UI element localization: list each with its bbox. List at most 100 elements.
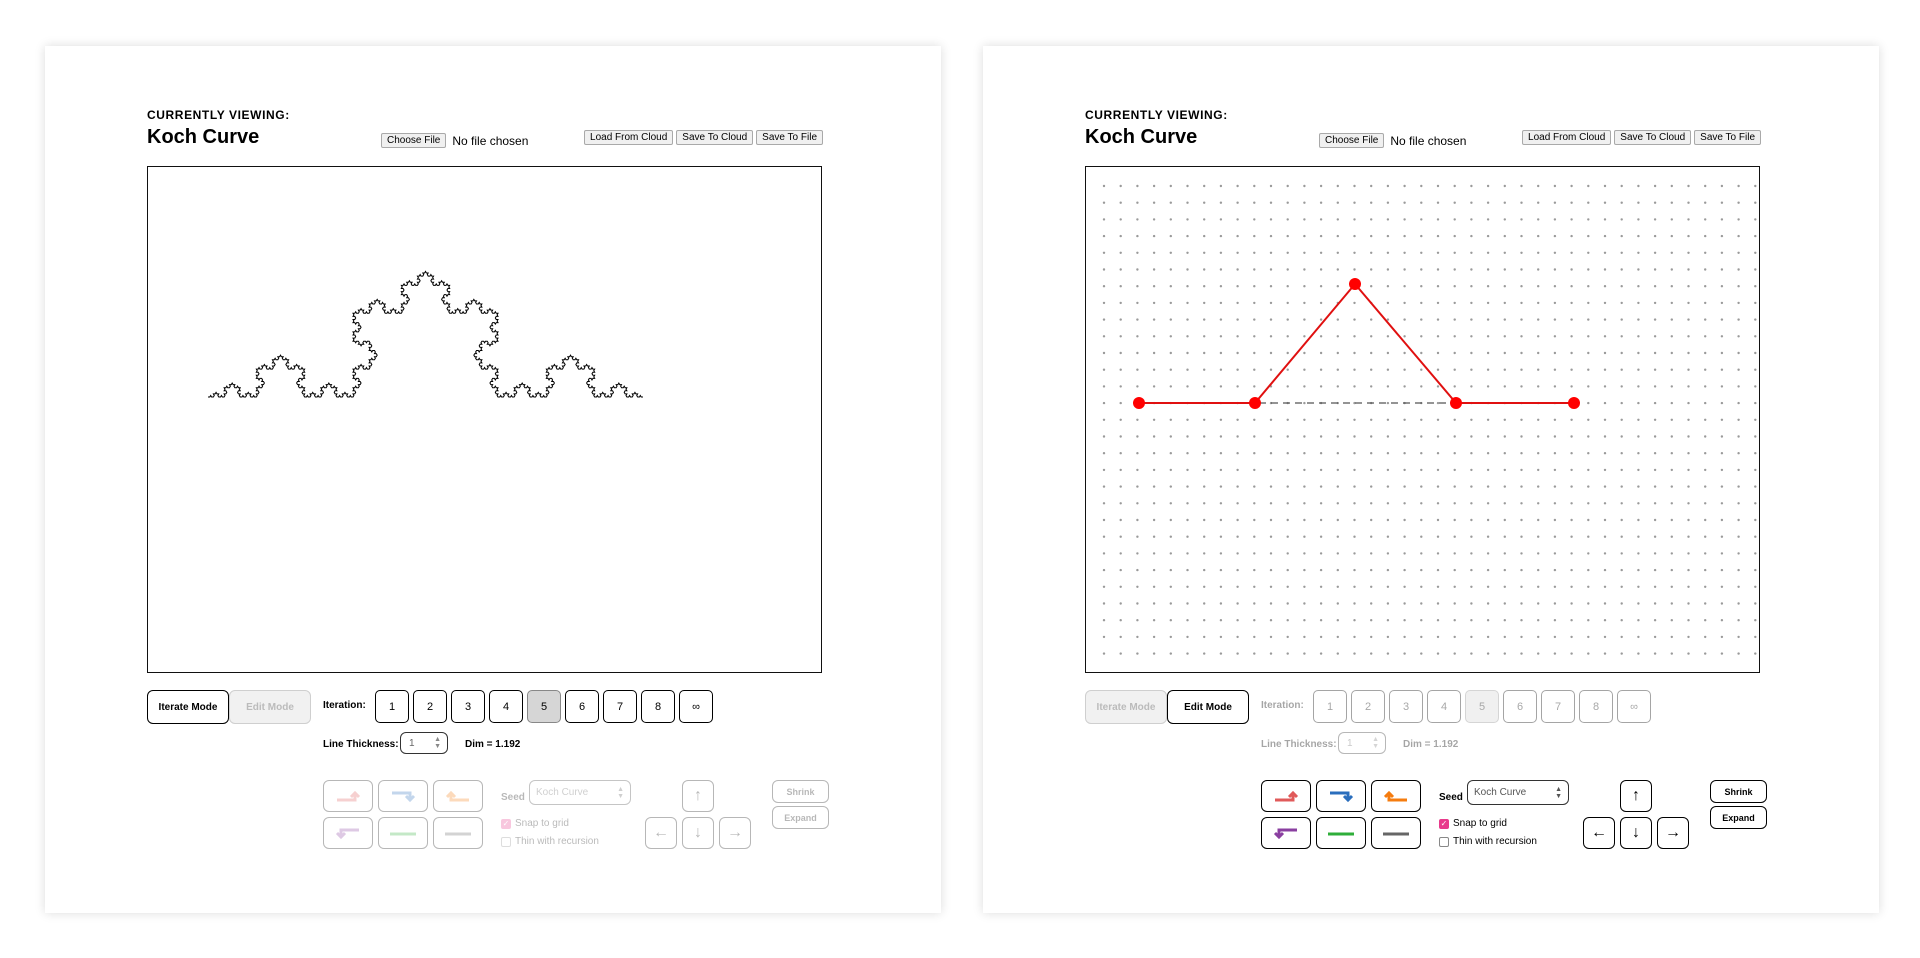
- grid-dot: [1520, 251, 1523, 254]
- fractal-canvas[interactable]: [147, 166, 822, 673]
- grid-dot: [1720, 401, 1724, 405]
- grid-dot: [1704, 184, 1707, 188]
- move-right-button[interactable]: →: [719, 817, 751, 849]
- iteration-button[interactable]: 4: [1427, 690, 1461, 723]
- segment-up-right-button[interactable]: [323, 780, 373, 812]
- snap-to-grid-option[interactable]: ✓ Snap to grid: [1439, 818, 1507, 829]
- grid-dot: [1737, 652, 1740, 655]
- segment-up-right-button[interactable]: [1261, 780, 1311, 812]
- load-from-cloud-button[interactable]: Load From Cloud: [1522, 130, 1612, 145]
- seed-vertex-handle[interactable]: [1349, 278, 1361, 290]
- snap-to-grid-checkbox[interactable]: ✓: [501, 818, 511, 829]
- iteration-label: Iteration:: [1261, 700, 1304, 711]
- segment-down-left-button[interactable]: [1261, 817, 1311, 849]
- iteration-button[interactable]: 5: [527, 690, 561, 723]
- segment-right-down-button[interactable]: [378, 780, 428, 812]
- grid-dot: [1486, 385, 1490, 388]
- iteration-button[interactable]: 3: [1389, 690, 1423, 723]
- seed-vertex-handle[interactable]: [1133, 397, 1145, 409]
- choose-file-button[interactable]: Choose File: [381, 133, 447, 148]
- iteration-button[interactable]: 8: [641, 690, 675, 723]
- seed-select[interactable]: Koch Curve ▲ ▼: [1467, 780, 1569, 805]
- segment-right-down-button[interactable]: [1316, 780, 1366, 812]
- grid-dot: [1353, 184, 1356, 188]
- iteration-button[interactable]: 2: [413, 690, 447, 723]
- segment-horizontal-button[interactable]: [1316, 817, 1366, 849]
- expand-button[interactable]: Expand: [772, 806, 829, 829]
- grid-dot: [1470, 385, 1473, 388]
- iteration-button[interactable]: 1: [375, 690, 409, 723]
- seed-vertex-handle[interactable]: [1568, 397, 1580, 409]
- grid-dot: [1637, 518, 1640, 522]
- iteration-button[interactable]: ∞: [679, 690, 713, 723]
- save-to-cloud-button[interactable]: Save To Cloud: [676, 130, 754, 145]
- grid-dot: [1219, 502, 1223, 505]
- shrink-button[interactable]: Shrink: [772, 780, 829, 803]
- move-right-button[interactable]: →: [1657, 817, 1689, 849]
- segment-down-left-button[interactable]: [323, 817, 373, 849]
- iteration-button[interactable]: 5: [1465, 690, 1499, 723]
- move-left-button[interactable]: ←: [645, 817, 677, 849]
- iteration-button[interactable]: 2: [1351, 690, 1385, 723]
- grid-dot: [1537, 485, 1540, 488]
- move-down-button[interactable]: ↓: [682, 817, 714, 849]
- move-up-button[interactable]: ↑: [682, 780, 714, 812]
- seed-vertex-handle[interactable]: [1249, 397, 1261, 409]
- expand-button[interactable]: Expand: [1710, 806, 1767, 829]
- save-to-cloud-button[interactable]: Save To Cloud: [1614, 130, 1692, 145]
- iterate-mode-button[interactable]: Iterate Mode: [147, 690, 229, 724]
- grid-dot: [1370, 418, 1373, 421]
- iteration-button[interactable]: 6: [1503, 690, 1537, 723]
- grid-dot: [1286, 218, 1289, 221]
- grid-dot: [1420, 535, 1423, 538]
- thin-with-recursion-option[interactable]: Thin with recursion: [501, 836, 599, 847]
- grid-dot: [1119, 552, 1122, 555]
- segment-horizontal-button[interactable]: [1371, 817, 1421, 849]
- seed-editor-canvas[interactable]: [1085, 166, 1760, 673]
- save-to-file-button[interactable]: Save To File: [1694, 130, 1761, 145]
- grid-dot: [1637, 652, 1640, 655]
- segment-horizontal-button[interactable]: [378, 817, 428, 849]
- choose-file-button[interactable]: Choose File: [1319, 133, 1385, 148]
- shrink-button[interactable]: Shrink: [1710, 780, 1767, 803]
- snap-to-grid-checkbox[interactable]: ✓: [1439, 818, 1449, 829]
- iteration-button[interactable]: 7: [1541, 690, 1575, 723]
- load-from-cloud-button[interactable]: Load From Cloud: [584, 130, 674, 145]
- save-to-file-button[interactable]: Save To File: [756, 130, 823, 145]
- iterate-mode-button[interactable]: Iterate Mode: [1085, 690, 1167, 724]
- iteration-button[interactable]: 7: [603, 690, 637, 723]
- thin-with-recursion-checkbox[interactable]: [1439, 836, 1449, 847]
- grid-dot: [1553, 201, 1557, 204]
- move-left-button[interactable]: ←: [1583, 817, 1615, 849]
- edit-mode-button[interactable]: Edit Mode: [229, 690, 311, 724]
- iteration-button[interactable]: 1: [1313, 690, 1347, 723]
- iteration-button[interactable]: 4: [489, 690, 523, 723]
- grid-dot: [1436, 418, 1440, 421]
- snap-to-grid-option[interactable]: ✓ Snap to grid: [501, 818, 569, 829]
- grid-dot: [1620, 218, 1623, 221]
- iteration-button[interactable]: 8: [1579, 690, 1613, 723]
- move-down-button[interactable]: ↓: [1620, 817, 1652, 849]
- move-up-button[interactable]: ↑: [1620, 780, 1652, 812]
- seed-vertex-handle[interactable]: [1450, 397, 1462, 409]
- grid-dot: [1620, 285, 1623, 288]
- grid-dot: [1136, 502, 1139, 505]
- line-thickness-input[interactable]: 1 ▲ ▼: [1338, 732, 1386, 754]
- edit-mode-button[interactable]: Edit Mode: [1167, 690, 1249, 724]
- thin-with-recursion-checkbox[interactable]: [501, 836, 511, 847]
- line-thickness-input[interactable]: 1 ▲ ▼: [400, 732, 448, 754]
- iteration-button[interactable]: ∞: [1617, 690, 1651, 723]
- grid-dot: [1587, 485, 1590, 488]
- grid-dot: [1537, 251, 1540, 254]
- iteration-button[interactable]: 6: [565, 690, 599, 723]
- segment-horizontal-button[interactable]: [433, 817, 483, 849]
- grid-dot: [1436, 201, 1440, 204]
- thin-with-recursion-option[interactable]: Thin with recursion: [1439, 836, 1537, 847]
- segment-left-up-button[interactable]: [1371, 780, 1421, 812]
- grid-dot: [1670, 285, 1673, 288]
- grid-dot: [1653, 301, 1657, 305]
- segment-left-up-button[interactable]: [433, 780, 483, 812]
- grid-dot: [1119, 468, 1122, 472]
- iteration-button[interactable]: 3: [451, 690, 485, 723]
- seed-select[interactable]: Koch Curve ▲ ▼: [529, 780, 631, 805]
